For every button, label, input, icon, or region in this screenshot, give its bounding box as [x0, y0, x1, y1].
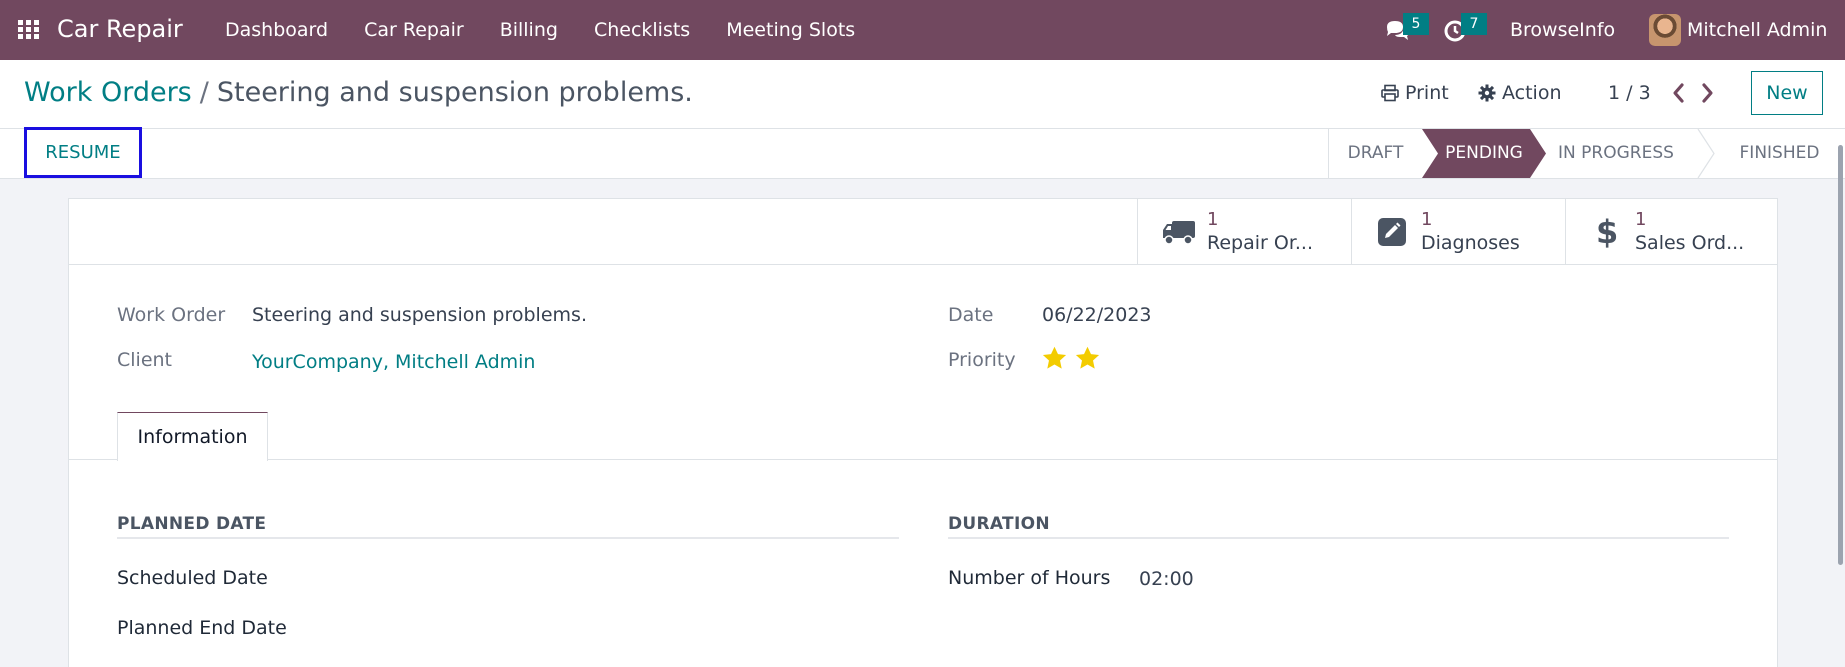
messages-count-badge: 5	[1403, 13, 1429, 35]
number-of-hours-field[interactable]: 02:00	[1139, 568, 1194, 590]
menu-item-car-repair[interactable]: Car Repair	[346, 0, 482, 60]
main-menu: Dashboard Car Repair Billing Checklists …	[207, 0, 873, 60]
stage-pending[interactable]: PENDING	[1422, 129, 1546, 178]
gear-icon	[1478, 84, 1496, 102]
stage-finished[interactable]: FINISHED	[1714, 129, 1845, 178]
pager-value[interactable]: 1 / 3	[1608, 82, 1651, 104]
sales-orders-label: Sales Ord...	[1635, 232, 1745, 254]
star-icon[interactable]	[1074, 345, 1101, 372]
menu-item-meeting-slots[interactable]: Meeting Slots	[708, 0, 873, 60]
duration-section-title: DURATION	[948, 514, 1050, 534]
messages-button[interactable]: 5	[1385, 13, 1429, 43]
control-panel: Work Orders / Steering and suspension prob…	[0, 60, 1845, 129]
sales-orders-smart-button[interactable]: $ 1 Sales Ord...	[1565, 199, 1779, 264]
planned-end-date-label: Planned End Date	[117, 617, 287, 639]
repair-orders-count: 1	[1207, 209, 1219, 230]
stage-arrow-draft	[1328, 129, 1348, 178]
planned-date-section-title: PLANNED DATE	[117, 514, 267, 534]
breadcrumb-work-orders[interactable]: Work Orders	[24, 77, 192, 108]
tab-information[interactable]: Information	[117, 412, 268, 461]
svg-text:$: $	[1596, 213, 1618, 249]
stage-pipeline: DRAFT PENDING IN PROGRESS FINISHED	[1328, 129, 1845, 178]
scheduled-date-label: Scheduled Date	[117, 567, 268, 589]
date-field[interactable]: 06/22/2023	[1042, 304, 1152, 326]
section-divider	[948, 537, 1729, 539]
diagnoses-count: 1	[1421, 209, 1433, 230]
priority-label: Priority	[948, 349, 1016, 371]
repair-orders-label: Repair Or...	[1207, 232, 1314, 254]
dollar-icon: $	[1596, 213, 1618, 249]
app-grid-icon[interactable]	[18, 20, 40, 40]
stage-in-progress[interactable]: IN PROGRESS	[1546, 129, 1686, 178]
action-label: Action	[1502, 82, 1562, 104]
breadcrumb-separator: /	[199, 77, 209, 108]
activities-button[interactable]: 7	[1443, 13, 1487, 43]
user-avatar[interactable]	[1649, 14, 1681, 46]
stage-arrow-in-progress	[1697, 129, 1715, 178]
print-label: Print	[1405, 82, 1449, 104]
sales-orders-count: 1	[1635, 209, 1647, 230]
activities-count-badge: 7	[1461, 13, 1487, 35]
number-of-hours-label: Number of Hours	[948, 567, 1111, 589]
date-label: Date	[948, 304, 994, 326]
app-brand[interactable]: Car Repair	[57, 15, 183, 43]
priority-stars	[1041, 345, 1101, 372]
chevron-left-icon[interactable]	[1668, 80, 1688, 106]
client-field[interactable]: YourCompany, Mitchell Admin	[252, 351, 535, 373]
diagnoses-smart-button[interactable]: 1 Diagnoses	[1351, 199, 1565, 264]
notebook-tabs: Information	[69, 412, 1777, 461]
top-navbar: Car Repair Dashboard Car Repair Billing …	[0, 0, 1845, 60]
printer-icon	[1381, 84, 1399, 102]
status-bar: RESUME DRAFT PENDING IN PROGRESS FINISHE…	[0, 127, 1845, 179]
chevron-right-icon[interactable]	[1698, 80, 1718, 106]
resume-button[interactable]: RESUME	[24, 127, 142, 178]
repair-orders-smart-button[interactable]: 1 Repair Or...	[1137, 199, 1351, 264]
action-button[interactable]: Action	[1478, 82, 1562, 104]
smart-button-box: 1 Repair Or... 1 Diagnoses $ 1 Sales Ord…	[69, 199, 1777, 265]
menu-item-dashboard[interactable]: Dashboard	[207, 0, 346, 60]
truck-icon	[1163, 221, 1195, 245]
page-scrollbar[interactable]	[1838, 145, 1843, 565]
form-sheet: 1 Repair Or... 1 Diagnoses $ 1 Sales Ord…	[68, 198, 1778, 667]
breadcrumb-current-record: Steering and suspension problems.	[216, 77, 693, 108]
menu-item-checklists[interactable]: Checklists	[576, 0, 708, 60]
edit-icon	[1378, 218, 1406, 246]
client-label: Client	[117, 349, 173, 371]
print-button[interactable]: Print	[1381, 82, 1449, 104]
star-icon[interactable]	[1041, 345, 1068, 372]
user-menu[interactable]: Mitchell Admin	[1687, 0, 1827, 60]
diagnoses-label: Diagnoses	[1421, 232, 1520, 254]
new-button[interactable]: New	[1751, 71, 1823, 115]
work-order-label: Work Order	[117, 304, 226, 326]
section-divider	[117, 537, 899, 539]
work-order-field[interactable]: Steering and suspension problems.	[252, 304, 587, 326]
breadcrumb: Work Orders / Steering and suspension prob…	[24, 77, 693, 108]
company-switcher[interactable]: BrowseInfo	[1510, 0, 1615, 60]
menu-item-billing[interactable]: Billing	[482, 0, 576, 60]
